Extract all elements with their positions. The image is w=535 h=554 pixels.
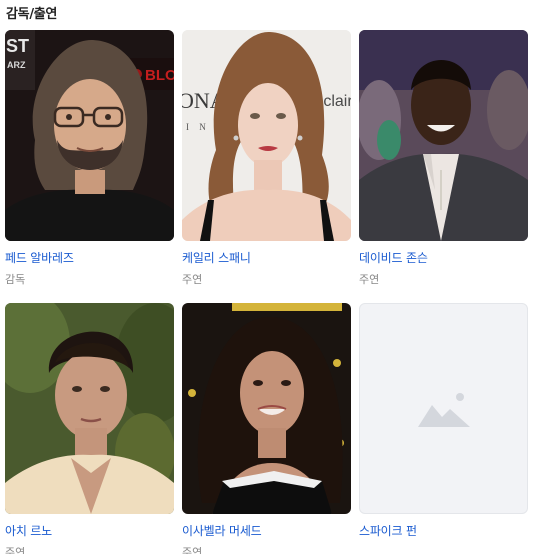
person-role: 주연 — [5, 546, 26, 554]
cast-section: 감독/출연 ST ARZ BLO 페드 알바레즈 감독 ONA I N e cl… — [0, 0, 535, 554]
cast-card-lead[interactable]: 데이비드 존슨 주연 — [359, 30, 528, 287]
person-role: 주연 — [359, 273, 380, 286]
person-photo[interactable]: ST ARZ BLO — [5, 30, 174, 241]
person-role: 주연 — [182, 546, 203, 554]
person-name[interactable]: 데이비드 존슨 — [359, 249, 528, 266]
person-role: 감독 — [5, 273, 26, 286]
cast-card-lead[interactable]: ONA I N e clair 케일리 스패니 주연 — [182, 30, 351, 287]
person-role: 주연 — [182, 273, 203, 286]
person-name[interactable]: 스파이크 펀 — [359, 522, 528, 539]
person-photo-image — [5, 303, 174, 514]
backdrop-text-left: ST — [6, 36, 29, 56]
cast-card-lead[interactable]: 이사벨라 머세드 주연 — [182, 303, 351, 554]
person-photo[interactable] — [182, 303, 351, 514]
backdrop-text-left-small: ARZ — [7, 60, 26, 70]
person-photo[interactable]: ONA I N e clair — [182, 30, 351, 241]
person-photo-image: ST ARZ BLO — [5, 30, 174, 241]
person-photo[interactable] — [5, 303, 174, 514]
cast-card-lead[interactable]: 아치 르노 주연 — [5, 303, 174, 554]
person-photo-image: ONA I N e clair — [182, 30, 351, 241]
person-photo-image — [182, 303, 351, 514]
person-photo-image — [359, 30, 528, 241]
person-name[interactable]: 아치 르노 — [5, 522, 174, 539]
backdrop-text-right: BLO — [145, 67, 174, 84]
cast-card-director[interactable]: ST ARZ BLO 페드 알바레즈 감독 — [5, 30, 174, 287]
cast-card-no-photo[interactable]: 스파이크 펀 — [359, 303, 528, 539]
section-title: 감독/출연 — [6, 7, 58, 22]
image-placeholder-icon — [417, 392, 470, 427]
person-photo[interactable] — [359, 30, 528, 241]
backdrop-text-left-small: I N — [186, 122, 210, 132]
person-name[interactable]: 케일리 스패니 — [182, 249, 351, 266]
person-name[interactable]: 페드 알바레즈 — [5, 249, 174, 266]
person-name[interactable]: 이사벨라 머세드 — [182, 522, 351, 539]
person-photo-placeholder[interactable] — [359, 303, 528, 514]
